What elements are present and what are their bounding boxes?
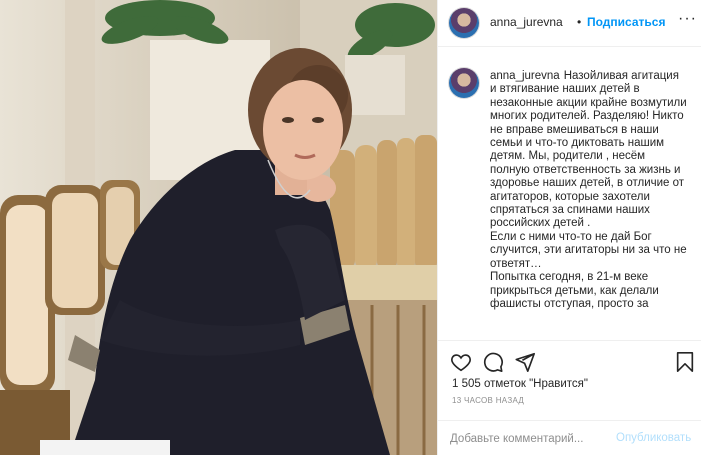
caption-username[interactable]: anna_jurevna — [490, 70, 560, 82]
header-separator: • — [577, 15, 582, 29]
post-header: anna_jurevna • Подписаться ··· — [438, 0, 701, 47]
heart-icon[interactable] — [450, 351, 472, 373]
post-photo[interactable] — [0, 0, 437, 455]
caption-body: Назойливая агитация и втягивание наших д… — [490, 70, 687, 310]
header-username[interactable]: anna_jurevna — [490, 15, 563, 29]
publish-button[interactable]: Опубликовать — [616, 432, 691, 444]
more-horizontal-icon[interactable]: ··· — [678, 10, 697, 28]
comment-icon[interactable] — [482, 351, 504, 373]
photo-illustration — [0, 0, 437, 455]
share-icon[interactable] — [514, 351, 536, 373]
post-side-panel: anna_jurevna • Подписаться ··· anna_jure… — [437, 0, 701, 455]
comment-input[interactable] — [450, 430, 620, 448]
header-avatar[interactable] — [449, 8, 479, 38]
caption-text: anna_jurevna Назойливая агитация и втягив… — [490, 70, 688, 311]
post-timestamp[interactable]: 13 ЧАСОВ НАЗАД — [452, 396, 524, 405]
caption-area[interactable]: anna_jurevna Назойливая агитация и втягив… — [438, 48, 701, 340]
comment-bar: Опубликовать — [438, 420, 701, 455]
action-bar — [438, 340, 701, 380]
bookmark-icon[interactable] — [674, 351, 696, 373]
follow-button[interactable]: Подписаться — [587, 15, 665, 29]
caption-avatar[interactable] — [449, 68, 479, 98]
likes-count[interactable]: 1 505 отметок "Нравится" — [452, 378, 588, 390]
